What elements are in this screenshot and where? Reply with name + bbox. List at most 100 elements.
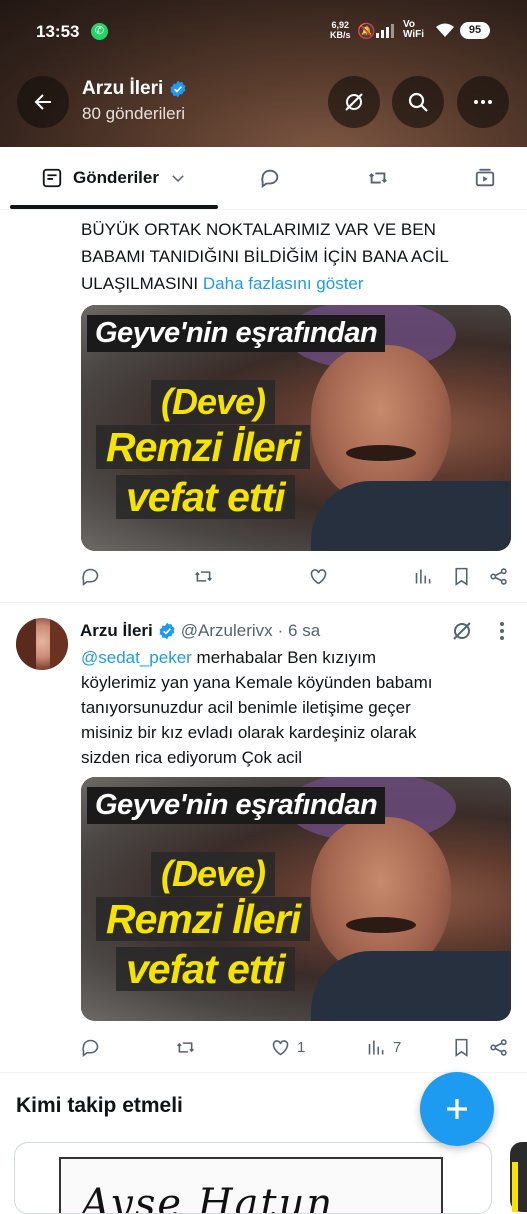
active-tab-indicator: [10, 205, 218, 209]
repost-button[interactable]: [175, 1037, 196, 1058]
repost-button[interactable]: [193, 566, 214, 587]
analytics-icon: [368, 1040, 384, 1055]
more-options-button[interactable]: [457, 76, 509, 128]
tweet2-image[interactable]: Geyve'nin eşrafından (Deve) Remzi İleri …: [81, 777, 511, 1021]
repost-icon: [369, 172, 387, 184]
tweet2-more-button[interactable]: [490, 619, 514, 643]
tab-reposts[interactable]: [340, 147, 416, 209]
compose-post-button[interactable]: [420, 1072, 494, 1146]
tweet2-meta: Arzu İleri @Arzulerivx · 6 sa: [80, 621, 320, 641]
share-button[interactable]: [488, 566, 509, 587]
image-caption-mid: (Deve): [151, 380, 276, 424]
tab-media[interactable]: [447, 147, 523, 209]
video-icon: [475, 168, 495, 187]
image-caption-top: Geyve'nin eşrafından: [87, 787, 386, 824]
posts-list-icon: [42, 168, 62, 188]
bookmark-icon: [455, 567, 468, 586]
verified-badge-icon: [170, 80, 186, 98]
posts-count: 80 gönderileri: [82, 104, 186, 123]
tab-posts[interactable]: Gönderiler: [10, 147, 218, 209]
battery-indicator: 95: [460, 22, 490, 39]
tweet1-line: BÜYÜK ORTAK NOKTALARIMIZ VAR VE BEN: [81, 220, 436, 239]
vowifi-bottom: WiFi: [403, 29, 425, 40]
bookmark-button[interactable]: [451, 566, 472, 587]
reply-icon: [82, 568, 99, 586]
heart-icon: [272, 1040, 289, 1056]
arrow-left-icon: [34, 94, 51, 110]
status-bar: 13:53 ✆ 6,92 KB/s 🔕 Vo WiFi 95: [0, 18, 527, 46]
like-button[interactable]: 1: [270, 1037, 305, 1058]
views-button[interactable]: 7: [366, 1037, 401, 1058]
repost-icon: [177, 1042, 194, 1053]
repost-icon: [195, 571, 212, 582]
reply-button[interactable]: [80, 566, 101, 587]
image-caption-top: Geyve'nin eşrafından: [87, 315, 386, 352]
plus-icon: [447, 1099, 467, 1119]
tab-posts-label: Gönderiler: [73, 168, 159, 187]
share-icon: [490, 1039, 507, 1056]
follow-suggestion-card-next[interactable]: [510, 1142, 527, 1212]
back-button[interactable]: [17, 76, 69, 128]
network-speed-unit: KB/s: [330, 30, 351, 40]
tweet2-handle[interactable]: @Arzulerivx: [181, 621, 273, 641]
reply-button[interactable]: [80, 1037, 101, 1058]
share-button[interactable]: [488, 1037, 509, 1058]
tweet2-actions: 1 7: [0, 1037, 527, 1061]
analytics-icon: [415, 569, 431, 584]
like-count: 1: [297, 1039, 306, 1056]
show-more-link[interactable]: Daha fazlasını göster: [203, 274, 364, 293]
tweet2-line: misiniz bir kız evladı olarak kardeşiniz…: [81, 723, 417, 742]
network-speed: 6,92 KB/s: [330, 20, 351, 40]
tweet2-line: köylerimiz yan yana Kemale köyünden baba…: [81, 673, 433, 692]
tweet2-text: @sedat_peker merhabalar Ben kızıyım köyl…: [81, 647, 521, 769]
image-caption-bottom: vefat etti: [116, 475, 295, 519]
mention-link[interactable]: @sedat_peker: [81, 648, 192, 667]
image-caption-name: Remzi İleri: [96, 425, 311, 469]
like-button[interactable]: [308, 566, 329, 587]
search-icon: [408, 92, 428, 112]
more-vertical-icon: [500, 622, 504, 640]
follow-suggestion-card[interactable]: Ayşe Hatun: [14, 1142, 492, 1214]
tweet1-line: BABAMI TANIDIĞINI BİLDİĞİM İÇİN BANA ACİ…: [81, 247, 449, 266]
card-banner: Ayşe Hatun: [59, 1157, 443, 1214]
tweet1-image[interactable]: Geyve'nin eşrafından (Deve) Remzi İleri …: [81, 305, 511, 551]
views-count: 7: [393, 1039, 402, 1056]
reply-bubble-icon: [261, 169, 279, 189]
profile-header-banner: 13:53 ✆ 6,92 KB/s 🔕 Vo WiFi 95: [0, 0, 527, 147]
card-banner-text: Ayşe Hatun: [81, 1181, 335, 1214]
profile-title: Arzu İleri 80 gönderileri: [82, 78, 187, 124]
grok-icon: [453, 622, 471, 640]
image-caption-mid: (Deve): [151, 852, 276, 896]
avatar[interactable]: [16, 618, 68, 670]
signal-icon: [376, 24, 394, 38]
tweet1-text: BÜYÜK ORTAK NOKTALARIMIZ VAR VE BEN BABA…: [81, 219, 521, 295]
who-to-follow-title: Kimi takip etmeli: [16, 1094, 183, 1117]
tweet1-line: ULAŞILMASINI: [81, 274, 199, 293]
profile-name: Arzu İleri: [82, 78, 164, 99]
search-button[interactable]: [392, 76, 444, 128]
more-icon: [474, 100, 492, 104]
status-time: 13:53: [36, 22, 80, 41]
tweet2-line: sizden rica ediyorum Çok acil: [81, 748, 303, 767]
tweet2-line: tanıyorsunuzdur acil benimle iletişime g…: [81, 698, 411, 717]
tweet2-author-name[interactable]: Arzu İleri: [80, 621, 153, 641]
share-icon: [490, 568, 507, 585]
network-speed-value: 6,92: [331, 20, 350, 30]
mute-icon: 🔕: [357, 23, 376, 40]
tweet-divider: [0, 602, 527, 603]
views-button[interactable]: [413, 566, 434, 587]
tab-replies[interactable]: [232, 147, 308, 209]
profile-tabs: Gönderiler: [0, 147, 527, 210]
grok-icon: [345, 93, 363, 111]
bookmark-icon: [455, 1038, 468, 1057]
whatsapp-notification-icon: ✆: [91, 23, 108, 40]
reply-icon: [82, 1039, 99, 1057]
tweet2-grok-button[interactable]: [450, 619, 474, 643]
chevron-down-icon: [172, 175, 184, 183]
verified-badge-icon: [159, 622, 175, 640]
wifi-icon: [436, 23, 454, 37]
bookmark-button[interactable]: [451, 1037, 472, 1058]
heart-icon: [310, 569, 327, 585]
grok-button[interactable]: [328, 76, 380, 128]
tweet1-actions: [0, 566, 527, 590]
